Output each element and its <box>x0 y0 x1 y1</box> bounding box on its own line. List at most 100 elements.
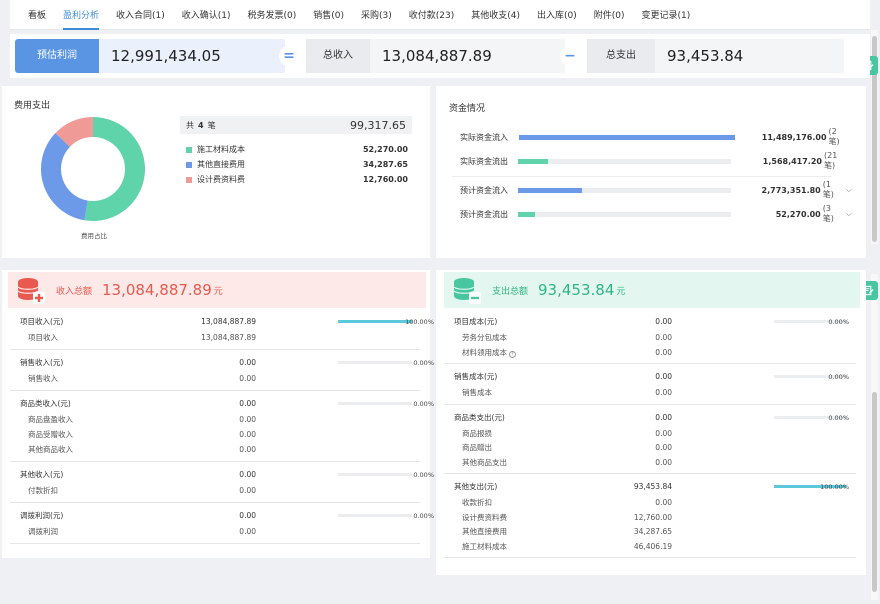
total-prefix: 共 <box>186 120 194 130</box>
cash-flow-row: 实际资金流出 1,568,417.20 (21笔) <box>452 151 852 170</box>
profit-value: 12,991,434.05 <box>99 39 285 73</box>
category-value: 0.00 <box>655 372 672 381</box>
category-name: 销售收入(元) <box>20 358 64 367</box>
expense-total-unit: 元 <box>616 286 626 297</box>
category-percent: 0.00% <box>413 400 434 408</box>
group-divider <box>444 363 856 364</box>
sub-category-row: 商品赠出 0.00 <box>462 442 858 454</box>
cash-flow-bar-fill <box>518 211 536 217</box>
legend-name: 其他直接费用 <box>197 160 245 169</box>
category-row: 商品类支出(元) 0.00 0.00% <box>454 412 850 424</box>
cost-panel-title: 费用支出 <box>14 101 51 111</box>
tab-6[interactable]: 采购(3) <box>361 0 392 30</box>
cash-flow-amount: 11,489,176.00 <box>761 132 827 142</box>
category-row: 项目收入(元) 13,084,887.89 100.00% <box>20 316 434 328</box>
sub-category-label: 其他商品支出 <box>462 457 507 467</box>
sub-category-value: 12,760.00 <box>633 512 672 522</box>
sub-category-name: 设计费资料费 <box>462 512 507 524</box>
category-percent: 0.00% <box>413 471 434 479</box>
tab-5[interactable]: 销售(0) <box>313 0 344 30</box>
cash-flow-bar-fill <box>518 187 582 193</box>
sub-category-row: 其他直接费用 34,287.65 <box>462 526 858 538</box>
minus-icon: − <box>560 46 580 66</box>
sub-category-value: 0.00 <box>239 486 256 495</box>
category-name: 商品类收入(元) <box>20 399 71 408</box>
chevron-down-icon[interactable]: ⌵ <box>846 185 852 195</box>
category-value: 0.00 <box>239 470 256 479</box>
donut-slice-1[interactable] <box>40 133 88 221</box>
tab-bar: 看板 盈利分析 收入合同(1) 收入确认(1) 税务发票(0) 销售(0) 采购(3) 收付款… <box>10 0 870 30</box>
sub-category-label: 收款折扣 <box>462 498 492 507</box>
expense-total-value: 93,453.84 <box>538 281 615 299</box>
cash-flow-row[interactable]: 预计资金流出 52,270.00 (3笔) ⌵ <box>452 204 852 223</box>
category-percent: 100.00% <box>405 318 434 326</box>
tab-2[interactable]: 收入合同(1) <box>116 0 165 30</box>
group-divider <box>10 461 420 462</box>
cash-flow-name: 实际资金流出 <box>460 156 508 166</box>
sub-category-row: 调拨利润 0.00 <box>28 526 422 538</box>
cash-flow-bar-fill <box>519 134 735 140</box>
sub-category-label: 销售成本 <box>462 388 492 397</box>
cash-flow-bar <box>519 134 735 140</box>
sub-category-name: 商品赠出 <box>462 442 492 454</box>
category-percent: 0.00% <box>413 512 434 520</box>
cash-flow-bar <box>518 211 731 217</box>
chevron-down-icon[interactable]: ⌵ <box>846 209 852 219</box>
tab-1[interactable]: 盈利分析 <box>63 0 100 30</box>
sub-category-row: 收款折扣 0.00 <box>462 497 858 509</box>
sub-category-label: 付款折扣 <box>28 486 58 495</box>
sub-category-name: 销售收入 <box>28 373 58 385</box>
sub-category-row: 设计费资料费 12,760.00 <box>462 512 858 524</box>
tab-8[interactable]: 其他收支(4) <box>471 0 520 30</box>
sub-category-name: 商品盘盈收入 <box>28 414 73 426</box>
legend-swatch <box>186 176 192 183</box>
category-value: 13,084,887.89 <box>201 317 256 326</box>
sub-category-row: 商品盘盈收入 0.00 <box>28 414 422 426</box>
sub-category-row: 商品报损 0.00 <box>462 428 858 440</box>
tab-0[interactable]: 看板 <box>28 0 46 30</box>
sub-category-name: 其他商品收入 <box>28 444 73 456</box>
income-header: 收入总额 13,084,887.89 元 <box>8 272 426 308</box>
sub-category-value: 46,406.19 <box>633 541 672 551</box>
money-minus-icon <box>453 278 481 304</box>
tab-7[interactable]: 收付款(23) <box>409 0 454 30</box>
category-value: 0.00 <box>239 358 256 367</box>
sub-category-label: 调拨利润 <box>28 527 58 536</box>
category-name: 销售成本(元) <box>454 372 498 381</box>
category-percent: 0.00% <box>828 318 849 326</box>
scrollbar-thumb-lower[interactable] <box>872 392 877 592</box>
tab-4[interactable]: 税务发票(0) <box>248 0 297 30</box>
tab-11[interactable]: 变更记录(1) <box>642 0 691 30</box>
sub-category-value: 0.00 <box>655 333 672 342</box>
category-name: 其他支出(元) <box>454 482 498 491</box>
cash-panel-title: 资金情况 <box>449 104 486 114</box>
cash-flow-row[interactable]: 预计资金流入 2,773,351.80 (1笔) ⌵ <box>452 180 852 199</box>
sub-category-name: 商品受赠收入 <box>28 429 73 441</box>
sub-category-row: 劳务分包成本 0.00 <box>462 332 858 344</box>
chart-caption: 费用占比 <box>81 232 107 240</box>
sub-category-name: 劳务分包成本 <box>462 332 507 344</box>
sub-category-row: 其他商品支出 0.00 <box>462 457 858 469</box>
category-value: 0.00 <box>655 317 672 326</box>
tab-9[interactable]: 出入库(0) <box>537 0 577 30</box>
category-value: 0.00 <box>239 511 256 520</box>
sub-category-label: 施工材料成本 <box>462 541 507 551</box>
category-row: 商品类收入(元) 0.00 0.00% <box>20 398 434 410</box>
tab-3[interactable]: 收入确认(1) <box>182 0 231 30</box>
cost-legend-item: 施工材料成本 52,270.00 <box>186 144 408 155</box>
cash-panel <box>436 86 866 258</box>
sub-category-row: 商品受赠收入 0.00 <box>28 429 422 441</box>
sub-category-label: 商品盘盈收入 <box>28 415 73 424</box>
category-name: 项目收入(元) <box>20 317 64 326</box>
cash-flow-count: (21笔) <box>823 151 838 170</box>
profit-summary: 预估利润 12,991,434.05 <box>15 39 285 73</box>
tab-10[interactable]: 附件(0) <box>594 0 625 30</box>
sub-category-name: 收款折扣 <box>462 497 492 509</box>
group-divider <box>10 502 420 503</box>
help-icon[interactable]: ? <box>509 350 516 358</box>
sub-category-value: 0.00 <box>239 445 256 454</box>
expense-value: 93,453.84 <box>655 39 844 73</box>
legend-swatch <box>186 161 192 168</box>
donut-slice-0[interactable] <box>84 117 145 221</box>
category-percent: 100.00% <box>820 483 849 491</box>
